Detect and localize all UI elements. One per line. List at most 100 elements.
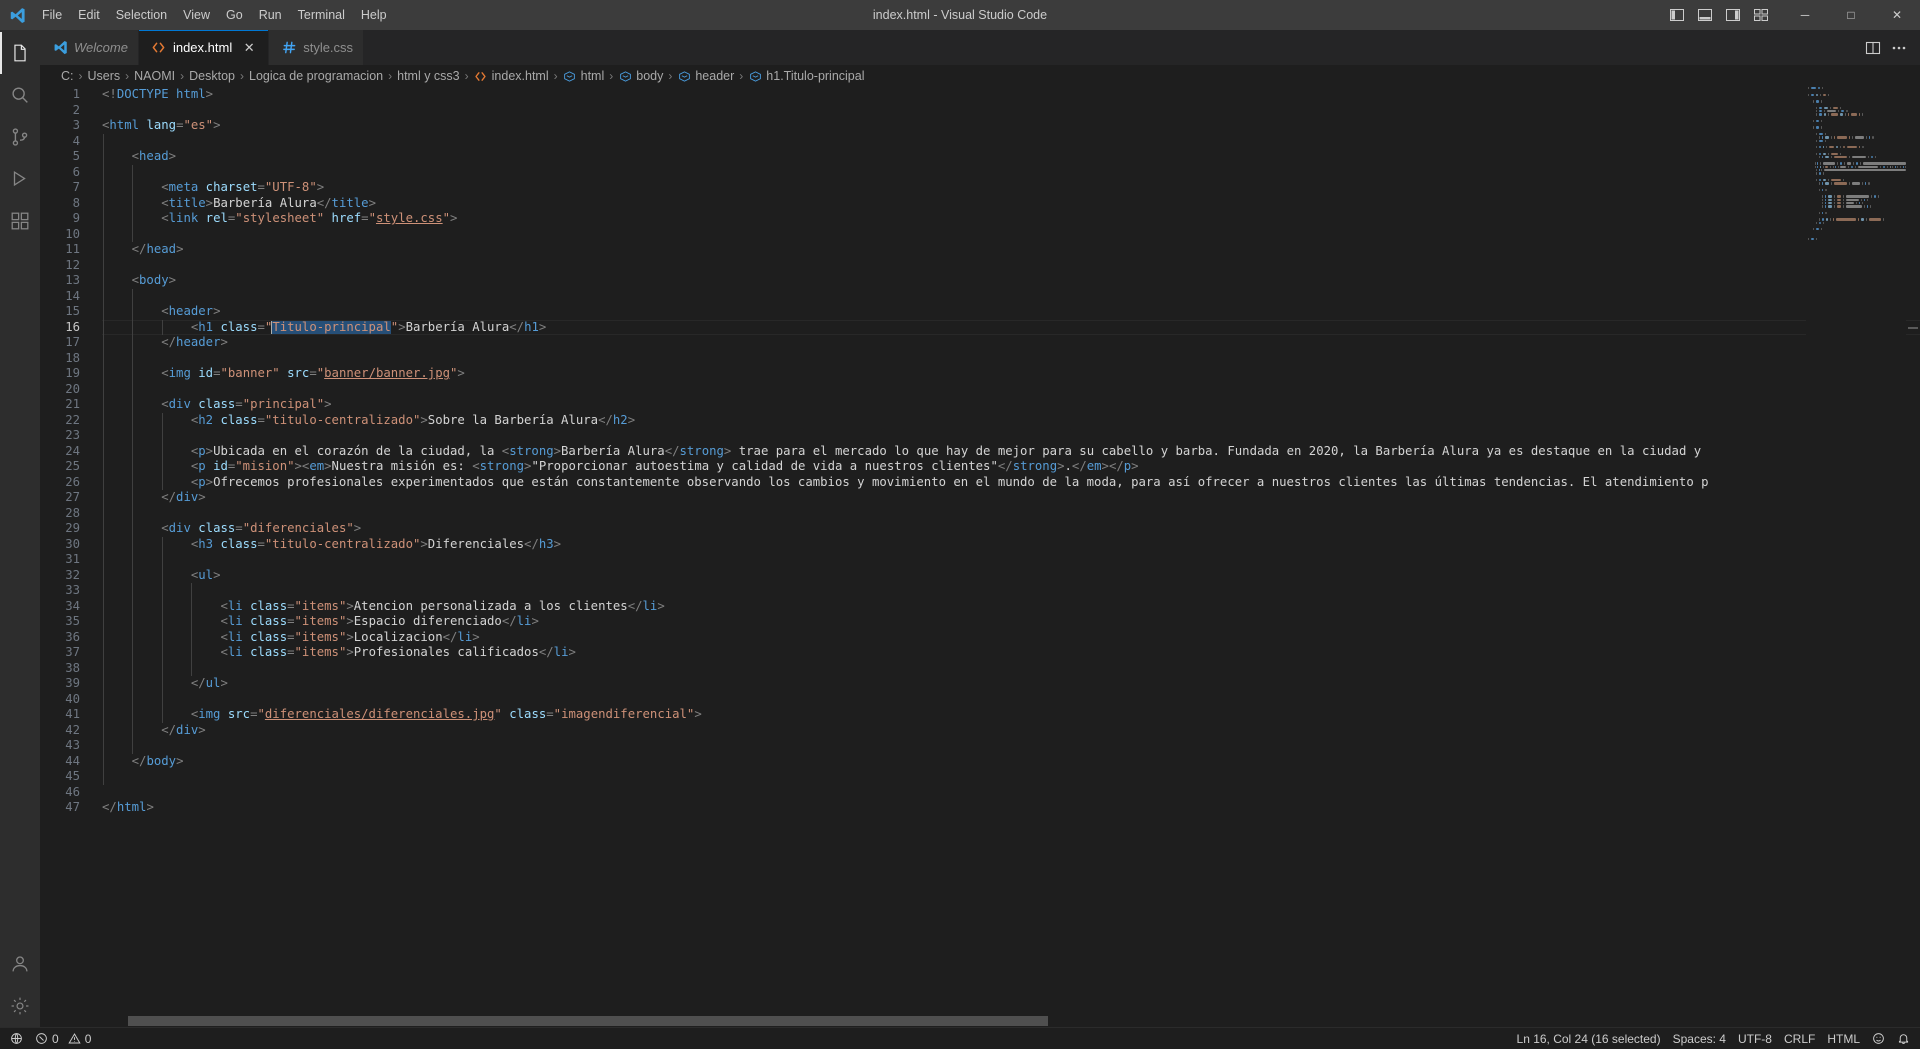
- tab-welcome[interactable]: Welcome: [40, 30, 139, 65]
- sidebar-item-extensions[interactable]: [0, 200, 40, 242]
- code-line-text[interactable]: <h2 class="titulo-centralizado">Sobre la…: [102, 412, 1920, 428]
- breadcrumb-item-3[interactable]: Desktop: [187, 69, 237, 83]
- close-button[interactable]: ✕: [1874, 0, 1920, 30]
- code-line[interactable]: 27 </div>: [40, 490, 1920, 506]
- code-line[interactable]: 8 <title>Barbería Alura</title>: [40, 195, 1920, 211]
- gear-icon[interactable]: [0, 985, 40, 1027]
- account-icon[interactable]: [0, 943, 40, 985]
- code-line-text[interactable]: <ul>: [102, 567, 1920, 583]
- menu-selection[interactable]: Selection: [108, 0, 175, 30]
- breadcrumb-item-7[interactable]: html: [561, 69, 607, 83]
- menu-file[interactable]: File: [34, 0, 70, 30]
- code-line[interactable]: 36 <li class="items">Localizacion</li>: [40, 629, 1920, 645]
- code-line[interactable]: 32 <ul>: [40, 567, 1920, 583]
- code-line[interactable]: 7 <meta charset="UTF-8">: [40, 180, 1920, 196]
- code-line[interactable]: 3 <html lang="es">: [40, 118, 1920, 134]
- code-line[interactable]: 26 <p>Ofrecemos profesionales experiment…: [40, 474, 1920, 490]
- code-line[interactable]: 30 <h3 class="titulo-centralizado">Difer…: [40, 536, 1920, 552]
- code-line[interactable]: 21 <div class="principal">: [40, 397, 1920, 413]
- menu-edit[interactable]: Edit: [70, 0, 108, 30]
- breadcrumb-item-5[interactable]: html y css3: [395, 69, 462, 83]
- code-line[interactable]: 20: [40, 381, 1920, 397]
- bell-icon[interactable]: [1891, 1028, 1916, 1049]
- menu-view[interactable]: View: [175, 0, 218, 30]
- code-line[interactable]: 44 </body>: [40, 753, 1920, 769]
- code-line[interactable]: 28: [40, 505, 1920, 521]
- code-line[interactable]: 22 <h2 class="titulo-centralizado">Sobre…: [40, 412, 1920, 428]
- minimize-button[interactable]: ─: [1782, 0, 1828, 30]
- code-line-text[interactable]: [102, 103, 1920, 119]
- breadcrumb-item-10[interactable]: h1.Titulo-principal: [746, 69, 866, 83]
- remote-window-icon[interactable]: [4, 1028, 29, 1049]
- code-line-text[interactable]: [102, 691, 1920, 707]
- code-line-text[interactable]: <body>: [102, 273, 1920, 289]
- code-content[interactable]: 1 <!DOCTYPE html> 2 3 <html lang="es"> 4 5 <he…: [40, 87, 1920, 1027]
- code-line-text[interactable]: <p id="mision"><em>Nuestra misión es: <s…: [102, 459, 1920, 475]
- toggle-primary-sidebar-icon[interactable]: [1664, 2, 1690, 28]
- code-line-text[interactable]: [102, 505, 1920, 521]
- split-editor-icon[interactable]: [1862, 37, 1884, 59]
- code-line[interactable]: 41 <img src="diferenciales/diferenciales…: [40, 707, 1920, 723]
- code-line-text[interactable]: <html lang="es">: [102, 118, 1920, 134]
- code-line-text[interactable]: <div class="principal">: [102, 397, 1920, 413]
- code-line[interactable]: 46: [40, 785, 1920, 801]
- code-line-text[interactable]: </head>: [102, 242, 1920, 258]
- breadcrumb-item-6[interactable]: index.html: [472, 69, 551, 83]
- code-line-text[interactable]: <li class="items">Localizacion</li>: [102, 629, 1920, 645]
- code-line[interactable]: 37 <li class="items">Profesionales calif…: [40, 645, 1920, 661]
- code-line[interactable]: 11 </head>: [40, 242, 1920, 258]
- cursor-position[interactable]: Ln 16, Col 24 (16 selected): [1511, 1028, 1667, 1049]
- code-line[interactable]: 15 <header>: [40, 304, 1920, 320]
- code-line[interactable]: 10: [40, 226, 1920, 242]
- customize-layout-icon[interactable]: [1748, 2, 1774, 28]
- code-line[interactable]: 33: [40, 583, 1920, 599]
- code-line[interactable]: 45: [40, 769, 1920, 785]
- code-line-text[interactable]: [102, 552, 1920, 568]
- code-line-text[interactable]: [102, 164, 1920, 180]
- smiley-icon[interactable]: [1866, 1028, 1891, 1049]
- code-line[interactable]: 5 <head>: [40, 149, 1920, 165]
- code-line-text[interactable]: [102, 257, 1920, 273]
- code-line-text[interactable]: <li class="items">Atencion personalizada…: [102, 598, 1920, 614]
- code-line-text[interactable]: [102, 381, 1920, 397]
- code-line-text[interactable]: [102, 288, 1920, 304]
- breadcrumb-item-4[interactable]: Logica de programacion: [247, 69, 385, 83]
- code-line[interactable]: 39 </ul>: [40, 676, 1920, 692]
- code-line-text[interactable]: [102, 785, 1920, 801]
- code-line[interactable]: 6: [40, 164, 1920, 180]
- code-line-text[interactable]: <p>Ubicada en el corazón de la ciudad, l…: [102, 443, 1920, 459]
- code-line[interactable]: 17 </header>: [40, 335, 1920, 351]
- menu-run[interactable]: Run: [251, 0, 290, 30]
- code-line-text[interactable]: <img src="diferenciales/diferenciales.jp…: [102, 707, 1920, 723]
- tab-index-html[interactable]: index.html ✕: [138, 30, 270, 65]
- code-line-text[interactable]: </ul>: [102, 676, 1920, 692]
- menu-terminal[interactable]: Terminal: [290, 0, 353, 30]
- code-line[interactable]: 1 <!DOCTYPE html>: [40, 87, 1920, 103]
- code-line[interactable]: 9 <link rel="stylesheet" href="style.css…: [40, 211, 1920, 227]
- code-line[interactable]: 25 <p id="mision"><em>Nuestra misión es:…: [40, 459, 1920, 475]
- menu-help[interactable]: Help: [353, 0, 395, 30]
- close-icon[interactable]: ✕: [240, 39, 258, 57]
- horizontal-scrollbar[interactable]: [40, 1015, 1920, 1027]
- code-line-text[interactable]: <li class="items">Profesionales califica…: [102, 645, 1920, 661]
- encoding-status[interactable]: UTF-8: [1732, 1028, 1778, 1049]
- code-line-text[interactable]: <!DOCTYPE html>: [102, 87, 1920, 103]
- code-line-text[interactable]: </body>: [102, 753, 1920, 769]
- maximize-button[interactable]: □: [1828, 0, 1874, 30]
- breadcrumb-item-8[interactable]: body: [616, 69, 665, 83]
- code-line-text[interactable]: </div>: [102, 490, 1920, 506]
- breadcrumb-item-9[interactable]: header: [675, 69, 736, 83]
- breadcrumb-item-1[interactable]: Users: [86, 69, 123, 83]
- code-line-text[interactable]: [102, 738, 1920, 754]
- more-actions-icon[interactable]: [1888, 37, 1910, 59]
- code-line-text[interactable]: <p>Ofrecemos profesionales experimentado…: [102, 474, 1920, 490]
- code-line-text[interactable]: <header>: [102, 304, 1920, 320]
- code-line[interactable]: 16 <h1 class="Titulo-principal">Barbería…: [40, 319, 1920, 335]
- code-line[interactable]: 43: [40, 738, 1920, 754]
- code-line-text[interactable]: <head>: [102, 149, 1920, 165]
- code-line-text[interactable]: [102, 350, 1920, 366]
- toggle-secondary-sidebar-icon[interactable]: [1720, 2, 1746, 28]
- code-line-text[interactable]: [102, 769, 1920, 785]
- code-line[interactable]: 18: [40, 350, 1920, 366]
- indentation-status[interactable]: Spaces: 4: [1667, 1028, 1732, 1049]
